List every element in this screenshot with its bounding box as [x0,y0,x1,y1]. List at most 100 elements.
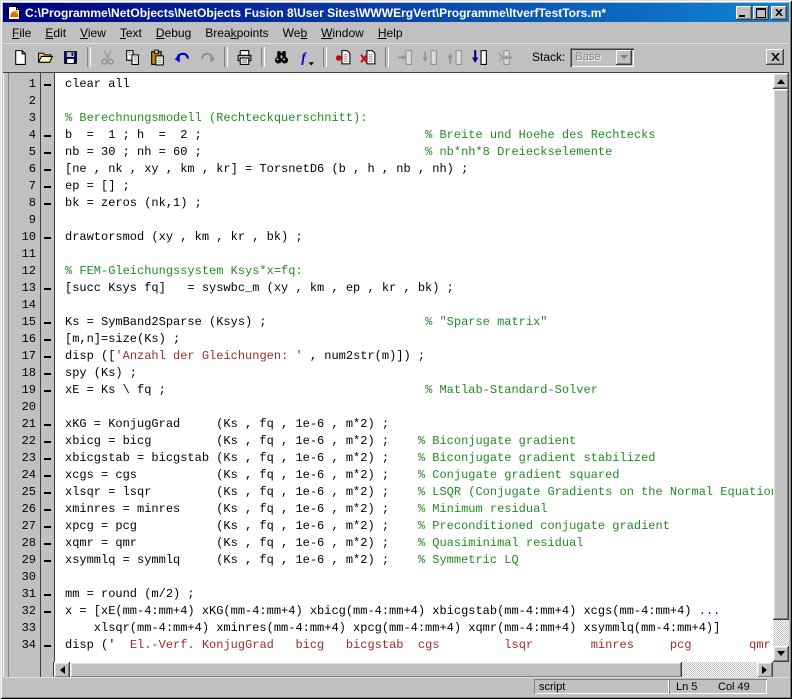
code-line[interactable]: xbicgstab = bicgstab (Ks , fq , 1e-6 , m… [65,450,773,467]
breakpoint-cell-empty[interactable] [41,297,54,314]
editor-close-button[interactable] [766,49,784,65]
menu-window[interactable]: Window [314,24,371,42]
menu-help[interactable]: Help [371,24,410,42]
code-line[interactable]: xqmr = qmr (Ks , fq , 1e-6 , m*2) ; % Qu… [65,535,773,552]
menu-web[interactable]: Web [276,24,314,42]
breakpoint-dash[interactable] [41,467,54,484]
menu-view[interactable]: View [73,24,113,42]
scroll-down-button[interactable] [773,646,789,662]
quit-debug-button[interactable] [493,46,518,68]
breakpoint-cell-empty[interactable] [41,399,54,416]
breakpoint-dash[interactable] [41,365,54,382]
code-line[interactable] [65,246,773,263]
code-line[interactable]: clear all [65,76,773,93]
code-line[interactable]: [ne , nk , xy , km , kr] = TorsnetD6 (b … [65,161,773,178]
code-line[interactable]: xKG = KonjugGrad (Ks , fq , 1e-6 , m*2) … [65,416,773,433]
vertical-scrollbar[interactable] [773,73,789,662]
horizontal-scroll-thumb[interactable] [70,662,682,678]
breakpoint-dash[interactable] [41,314,54,331]
breakpoint-dash[interactable] [41,416,54,433]
breakpoint-dash[interactable] [41,144,54,161]
code-line[interactable]: disp (['Anzahl der Gleichungen: ' , num2… [65,348,773,365]
code-line[interactable]: xlsqr = lsqr (Ks , fq , 1e-6 , m*2) ; % … [65,484,773,501]
breakpoint-dash[interactable] [41,348,54,365]
breakpoint-cell-empty[interactable] [41,620,54,637]
code-area[interactable]: clear all % Berechnungsmodell (Rechteckqu… [55,73,773,662]
code-line[interactable]: xpcg = pcg (Ks , fq , 1e-6 , m*2) ; % Pr… [65,518,773,535]
breakpoint-cell-empty[interactable] [41,569,54,586]
code-line[interactable] [65,93,773,110]
horizontal-scroll-track[interactable] [70,662,757,678]
code-line[interactable]: [succ Ksys fq] = syswbc_m (xy , km , ep … [65,280,773,297]
breakpoint-dash[interactable] [41,586,54,603]
breakpoint-dash[interactable] [41,501,54,518]
step-out-button[interactable] [443,46,468,68]
find-button[interactable] [269,46,294,68]
breakpoint-dash[interactable] [41,331,54,348]
stack-dropdown[interactable]: Base [570,47,635,67]
undo-button[interactable] [170,46,195,68]
breakpoint-cell-empty[interactable] [41,263,54,280]
breakpoint-dash[interactable] [41,637,54,654]
breakpoint-dash[interactable] [41,382,54,399]
breakpoint-dash[interactable] [41,518,54,535]
menu-text[interactable]: Text [113,24,149,42]
save-file-button[interactable] [58,46,83,68]
breakpoint-dash[interactable] [41,450,54,467]
maximize-button[interactable] [753,5,769,20]
breakpoint-dash[interactable] [41,280,54,297]
run-continue-button[interactable] [468,46,493,68]
set-clear-breakpoint-button[interactable] [331,46,356,68]
code-line[interactable]: % FEM-Gleichungssystem Ksys*x=fq: [65,263,773,280]
breakpoint-cell-empty[interactable] [41,212,54,229]
code-line[interactable]: mm = round (m/2) ; [65,586,773,603]
open-file-button[interactable] [33,46,58,68]
scroll-up-button[interactable] [773,73,789,89]
menu-breakpoints[interactable]: Breakpoints [198,24,275,42]
new-file-button[interactable] [8,46,33,68]
horizontal-scrollbar[interactable] [54,662,773,678]
code-line[interactable] [65,212,773,229]
code-line[interactable]: xminres = minres (Ks , fq , 1e-6 , m*2) … [65,501,773,518]
breakpoint-dash[interactable] [41,178,54,195]
menu-edit[interactable]: Edit [38,24,73,42]
breakpoint-dash[interactable] [41,484,54,501]
copy-button[interactable] [120,46,145,68]
cut-button[interactable] [95,46,120,68]
code-line[interactable]: % Berechnungsmodell (Rechteckquerschnitt… [65,110,773,127]
minimize-button[interactable] [736,5,752,20]
function-list-button[interactable]: f [294,46,319,68]
code-line[interactable]: ep = [] ; [65,178,773,195]
vertical-scroll-thumb[interactable] [773,89,789,620]
code-line[interactable]: spy (Ks) ; [65,365,773,382]
step-in-button[interactable] [418,46,443,68]
code-line[interactable]: Ks = SymBand2Sparse (Ksys) ; % "Sparse m… [65,314,773,331]
scroll-left-button[interactable] [54,662,70,678]
code-line[interactable]: nb = 30 ; nh = 60 ; % nb*nh*8 Dreiecksel… [65,144,773,161]
breakpoint-dash[interactable] [41,535,54,552]
code-line[interactable]: xbicg = bicg (Ks , fq , 1e-6 , m*2) ; % … [65,433,773,450]
code-line[interactable] [65,569,773,586]
breakpoint-cell-empty[interactable] [41,110,54,127]
dropdown-button[interactable] [616,49,633,65]
code-line[interactable]: xE = Ks \ fq ; % Matlab-Standard-Solver [65,382,773,399]
breakpoint-dash[interactable] [41,76,54,93]
code-line[interactable]: disp (' El.-Verf. KonjugGrad bicg bicgst… [65,637,773,654]
vertical-scroll-track[interactable] [773,89,789,646]
breakpoint-dash[interactable] [41,195,54,212]
breakpoint-margin[interactable] [41,73,55,662]
code-line[interactable]: b = 1 ; h = 2 ; % Breite und Hoehe des R… [65,127,773,144]
code-line[interactable] [65,297,773,314]
code-line[interactable] [65,399,773,416]
scroll-right-button[interactable] [757,662,773,678]
breakpoint-dash[interactable] [41,433,54,450]
code-line[interactable]: xsymmlq = symmlq (Ks , fq , 1e-6 , m*2) … [65,552,773,569]
code-line[interactable]: drawtorsmod (xy , km , kr , bk) ; [65,229,773,246]
close-button[interactable] [771,5,787,20]
menu-debug[interactable]: Debug [149,24,198,42]
breakpoint-dash[interactable] [41,229,54,246]
breakpoint-dash[interactable] [41,552,54,569]
code-line[interactable]: bk = zeros (nk,1) ; [65,195,773,212]
code-line[interactable]: xlsqr(mm-4:mm+4) xminres(mm-4:mm+4) xpcg… [65,620,773,637]
code-line[interactable]: [m,n]=size(Ks) ; [65,331,773,348]
